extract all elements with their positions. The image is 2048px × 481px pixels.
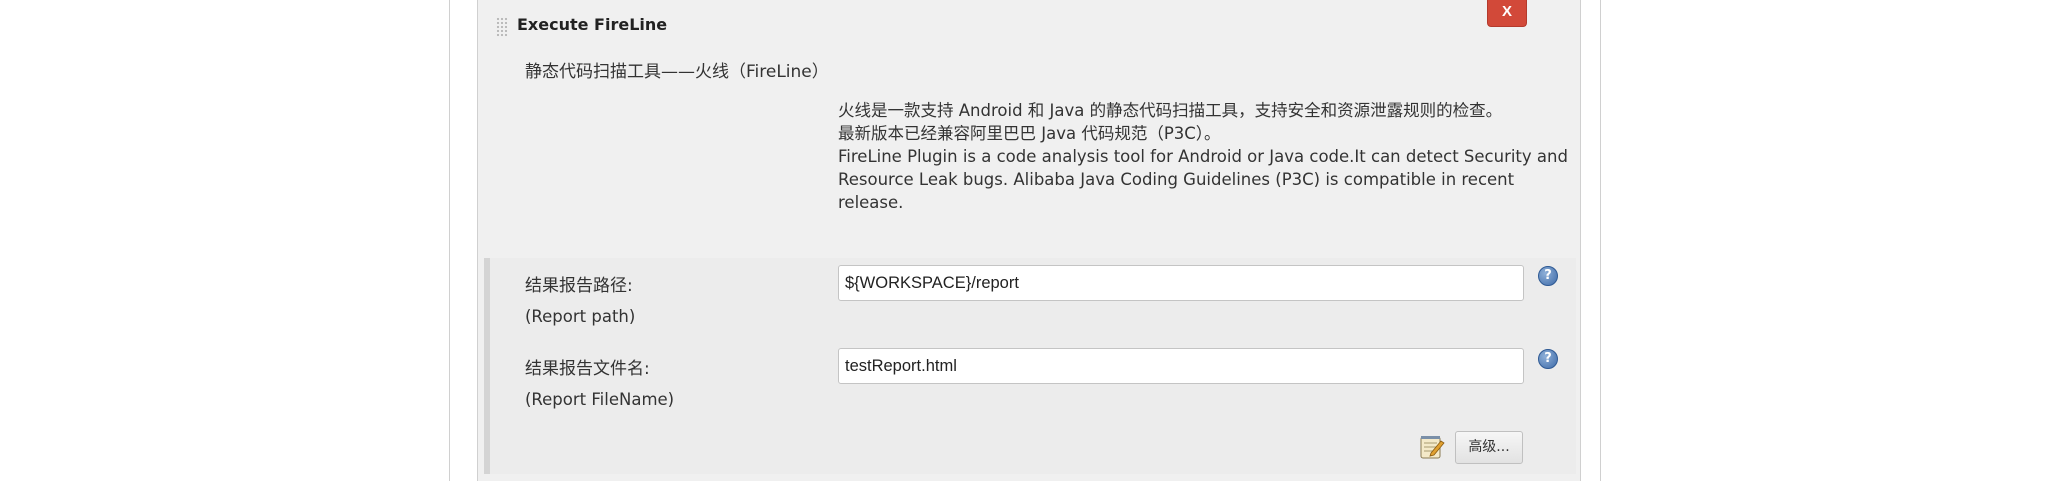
delete-step-button[interactable]: X xyxy=(1487,0,1527,27)
advanced-button[interactable]: 高级... xyxy=(1455,431,1523,464)
notepad-icon[interactable] xyxy=(1418,433,1446,461)
help-icon[interactable]: ? xyxy=(1538,349,1558,369)
plugin-description: 火线是一款支持 Android 和 Java 的静态代码扫描工具，支持安全和资源… xyxy=(838,99,1568,214)
page-border-left xyxy=(449,0,450,481)
help-icon[interactable]: ? xyxy=(1538,266,1558,286)
report-path-sublabel: (Report path) xyxy=(525,307,636,326)
description-line: FireLine Plugin is a code analysis tool … xyxy=(838,147,1568,166)
description-line: 最新版本已经兼容阿里巴巴 Java 代码规范（P3C）。 xyxy=(838,124,1221,143)
report-path-input[interactable]: ${WORKSPACE}/report xyxy=(838,265,1524,301)
report-path-label: 结果报告路径: xyxy=(525,276,633,296)
description-line: release. xyxy=(838,193,904,212)
page-border-right xyxy=(1600,0,1601,481)
plugin-subtitle: 静态代码扫描工具——火线（FireLine） xyxy=(525,62,829,82)
description-line: Resource Leak bugs. Alibaba Java Coding … xyxy=(838,170,1515,189)
report-filename-label: 结果报告文件名: xyxy=(525,359,650,379)
report-filename-input[interactable]: testReport.html xyxy=(838,348,1524,384)
description-line: 火线是一款支持 Android 和 Java 的静态代码扫描工具，支持安全和资源… xyxy=(838,101,1503,120)
report-filename-sublabel: (Report FileName) xyxy=(525,390,675,409)
panel-title: Execute FireLine xyxy=(517,15,668,34)
drag-handle-icon[interactable] xyxy=(496,17,508,37)
